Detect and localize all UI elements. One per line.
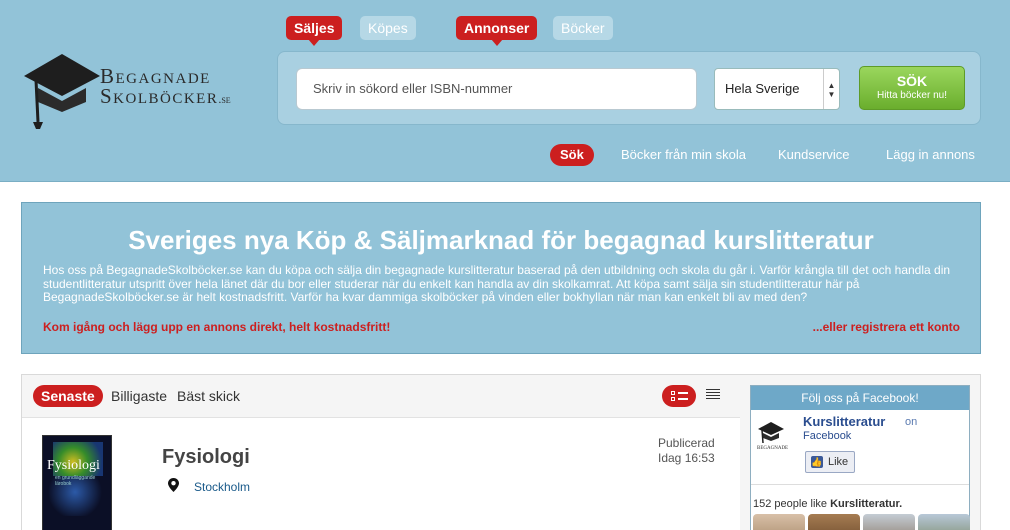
facebook-on-label: on	[905, 416, 918, 428]
facebook-logo-text: BEGAGNADE	[757, 446, 789, 451]
published-label: Publicerad	[658, 436, 715, 450]
tab-bocker-label: Böcker	[561, 20, 605, 36]
search-placeholder: Skriv in sökord eller ISBN-nummer	[313, 81, 513, 96]
banner-description: Hos oss på BegagnadeSkolböcker.se kan du…	[43, 263, 951, 304]
logo-wordmark: Begagnade Skolböcker.se	[100, 66, 231, 109]
tab-saljes[interactable]: Säljes	[286, 16, 343, 46]
facebook-fan-faces	[751, 514, 970, 530]
tab-bocker[interactable]: Böcker	[553, 16, 613, 40]
create-ad-link[interactable]: Kom igång och lägg upp en annons direkt,…	[43, 320, 390, 334]
site-logo[interactable]: Begagnade Skolböcker.se	[22, 50, 272, 130]
logo-line-2: Skolböcker.se	[100, 86, 231, 109]
like-count-page-name: Kurslitteratur.	[830, 498, 903, 510]
select-arrows-icon: ▲ ▼	[823, 69, 839, 109]
divider	[751, 484, 969, 485]
facebook-widget-header: Följ oss på Facebook!	[751, 386, 969, 410]
banner-title: Sveriges nya Köp & Säljmarknad för begag…	[128, 225, 874, 255]
compact-view-icon[interactable]	[706, 389, 720, 401]
tab-kopes[interactable]: Köpes	[360, 16, 416, 40]
search-button[interactable]: SÖK Hitta böcker nu!	[859, 66, 965, 110]
nav-sok-label: Sök	[560, 147, 584, 162]
book-cover-subtitle: en grundläggande lärobok	[55, 475, 96, 487]
fan-avatar[interactable]	[753, 514, 805, 530]
list-view-icon-line	[678, 392, 688, 394]
book-cover-title: Fysiologi	[47, 458, 100, 473]
published-time: Idag 16:53	[658, 451, 715, 465]
sort-tab-billigaste[interactable]: Billigaste	[111, 385, 167, 407]
sort-tab-senaste[interactable]: Senaste	[33, 385, 103, 407]
facebook-like-button[interactable]: 👍 Like	[805, 451, 855, 473]
tab-pointer	[490, 39, 503, 46]
nav-kundservice[interactable]: Kundservice	[778, 144, 850, 166]
region-select[interactable]: Hela Sverige ▲ ▼	[714, 68, 840, 110]
like-count-text: 152 people like	[753, 498, 828, 510]
published-info: Publicerad Idag 16:53	[658, 436, 715, 466]
logo-line-2-text: Skolböcker	[100, 84, 219, 108]
intro-banner: Sveriges nya Köp & Säljmarknad för begag…	[21, 202, 981, 354]
graduation-cap-icon	[758, 422, 784, 444]
register-account-link[interactable]: ...eller registrera ett konto	[813, 320, 960, 334]
search-button-sublabel: Hitta böcker nu!	[876, 90, 948, 101]
fan-avatar[interactable]	[918, 514, 970, 530]
tab-kopes-label: Köpes	[368, 20, 408, 36]
search-input[interactable]: Skriv in sökord eller ISBN-nummer	[296, 68, 697, 110]
facebook-platform-link[interactable]: Facebook	[803, 430, 851, 442]
logo-tld: .se	[218, 92, 231, 106]
site-header: Begagnade Skolböcker.se Säljes Köpes Ann…	[0, 0, 1010, 182]
list-view-button[interactable]	[662, 385, 696, 407]
list-view-icon-line	[678, 398, 688, 400]
logo-line-1: Begagnade	[100, 64, 211, 88]
book-location-link[interactable]: Stockholm	[194, 480, 250, 494]
facebook-like-count: 152 people like Kurslitteratur.	[753, 498, 902, 510]
tab-saljes-label: Säljes	[294, 20, 335, 36]
search-button-label: SÖK	[896, 73, 928, 89]
region-select-value: Hela Sverige	[725, 81, 800, 96]
nav-lagg-in-annons[interactable]: Lägg in annons	[886, 144, 975, 166]
nav-bocker-label: Böcker från min skola	[621, 147, 746, 162]
facebook-widget: Följ oss på Facebook! BEGAGNADE Kurslitt…	[750, 385, 970, 530]
graduation-cap-icon	[24, 54, 100, 129]
nav-sok[interactable]: Sök	[550, 144, 594, 166]
book-title-link[interactable]: Fysiologi	[162, 446, 250, 469]
nav-kundservice-label: Kundservice	[778, 147, 850, 162]
list-view-icon-part	[671, 397, 675, 401]
book-cover-image[interactable]: Fysiologi en grundläggande lärobok	[42, 435, 112, 530]
location-pin-icon	[168, 478, 179, 492]
fan-avatar[interactable]	[863, 514, 915, 530]
facebook-like-label: Like	[828, 456, 849, 468]
tab-pointer	[308, 39, 321, 46]
listing-section: Senaste Billigaste Bäst skick Fysiologi …	[21, 374, 981, 530]
nav-lagg-in-annons-label: Lägg in annons	[886, 147, 975, 162]
search-panel: Skriv in sökord eller ISBN-nummer Hela S…	[277, 51, 981, 125]
list-view-icon	[671, 391, 675, 395]
facebook-page-logo[interactable]: BEGAGNADE	[757, 420, 789, 458]
tab-annonser[interactable]: Annonser	[456, 16, 538, 46]
fan-avatar[interactable]	[808, 514, 860, 530]
nav-bocker-fran-min-skola[interactable]: Böcker från min skola	[621, 144, 746, 166]
facebook-page-name[interactable]: Kurslitteratur	[803, 414, 885, 429]
tab-annonser-label: Annonser	[464, 20, 530, 36]
thumbs-up-icon: 👍	[811, 456, 823, 468]
sort-tab-bast-skick[interactable]: Bäst skick	[177, 385, 240, 407]
listing-item[interactable]: Fysiologi en grundläggande lärobok Fysio…	[22, 417, 740, 530]
